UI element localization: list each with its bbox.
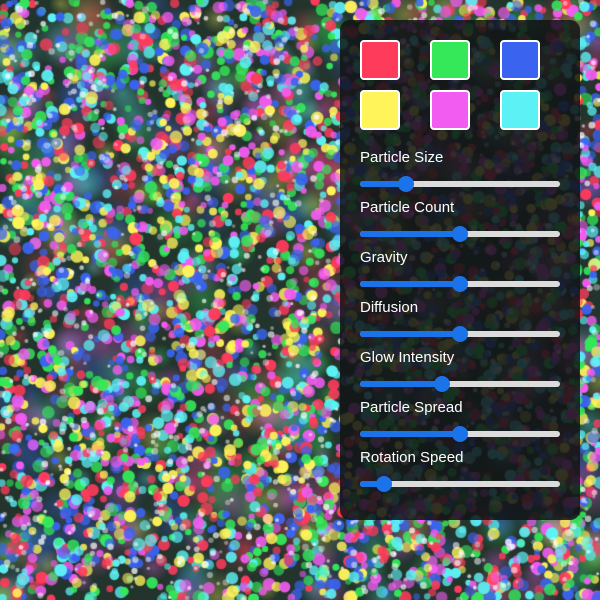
color-swatch-red[interactable] [360, 40, 400, 80]
rotation-speed-slider-thumb[interactable] [376, 476, 392, 492]
particle-count-label: Particle Count [360, 199, 455, 216]
particle-size-label: Particle Size [360, 149, 444, 166]
control-panel: Particle Size Particle Count Gravity Diffus… [340, 20, 580, 520]
particle-count-slider-thumb[interactable] [452, 226, 468, 242]
color-swatch-blue[interactable] [500, 40, 540, 80]
gravity-slider[interactable] [360, 276, 560, 292]
diffusion-slider-fill [360, 331, 460, 337]
rotation-speed-slider[interactable] [360, 476, 560, 492]
particle-spread-slider[interactable] [360, 426, 560, 442]
particle-size-slider-thumb[interactable] [398, 176, 414, 192]
control-diffusion: Diffusion [360, 293, 560, 343]
color-swatch-cyan[interactable] [500, 90, 540, 130]
particle-spread-slider-thumb[interactable] [452, 426, 468, 442]
particle-spread-slider-fill [360, 431, 460, 437]
color-swatch-green[interactable] [430, 40, 470, 80]
gravity-label: Gravity [360, 249, 408, 266]
diffusion-slider[interactable] [360, 326, 560, 342]
glow-intensity-slider-fill [360, 381, 442, 387]
glow-intensity-slider-thumb[interactable] [434, 376, 450, 392]
glow-intensity-label: Glow Intensity [360, 349, 455, 366]
particle-count-slider[interactable] [360, 226, 560, 242]
control-gravity: Gravity [360, 243, 560, 293]
control-particle-count: Particle Count [360, 193, 560, 243]
color-palette [360, 40, 540, 130]
color-swatch-yellow[interactable] [360, 90, 400, 130]
particle-size-slider[interactable] [360, 176, 560, 192]
diffusion-slider-thumb[interactable] [452, 326, 468, 342]
control-glow-intensity: Glow Intensity [360, 343, 560, 393]
gravity-slider-thumb[interactable] [452, 276, 468, 292]
rotation-speed-label: Rotation Speed [360, 449, 464, 466]
particle-spread-label: Particle Spread [360, 399, 463, 416]
particle-count-slider-fill [360, 231, 460, 237]
control-particle-size: Particle Size [360, 143, 560, 193]
gravity-slider-fill [360, 281, 460, 287]
color-swatch-magenta[interactable] [430, 90, 470, 130]
glow-intensity-slider[interactable] [360, 376, 560, 392]
control-rotation-speed: Rotation Speed [360, 443, 560, 493]
slider-list: Particle Size Particle Count Gravity Diffus… [360, 143, 560, 493]
diffusion-label: Diffusion [360, 299, 419, 316]
control-particle-spread: Particle Spread [360, 393, 560, 443]
